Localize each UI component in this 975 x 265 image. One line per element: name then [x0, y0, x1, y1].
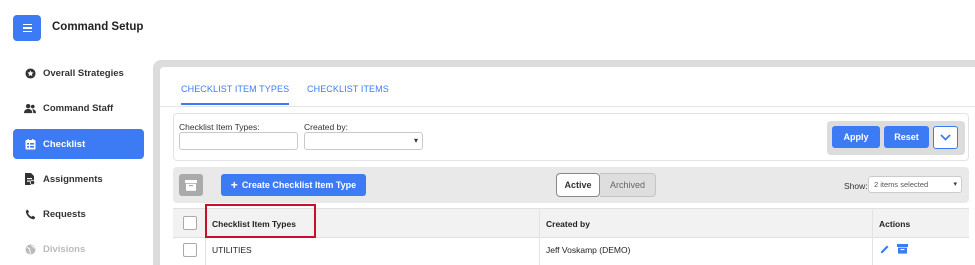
item-types-filter-input[interactable] — [179, 132, 298, 150]
chevron-down-icon: ▾ — [413, 136, 418, 145]
reset-button[interactable]: Reset — [884, 126, 929, 148]
plus-icon: + — [230, 178, 238, 192]
column-divider — [872, 208, 873, 265]
column-header-created-by[interactable]: Created by — [546, 219, 590, 229]
phone-icon — [24, 208, 36, 220]
created-by-filter-label: Created by: — [304, 122, 348, 132]
create-button-label: Create Checklist Item Type — [241, 180, 357, 190]
show-select[interactable]: 2 items selected ▾ — [868, 176, 962, 193]
sidebar-item-label: Divisions — [43, 243, 86, 255]
row-checkbox[interactable] — [183, 243, 197, 257]
archive-button[interactable] — [179, 174, 203, 196]
sidebar-item-divisions[interactable]: Divisions — [13, 234, 144, 264]
show-label: Show: — [844, 181, 868, 191]
select-all-checkbox[interactable] — [183, 216, 197, 230]
sidebar: Overall Strategies Command Staff Checkli… — [0, 58, 150, 265]
apply-button[interactable]: Apply — [832, 126, 880, 148]
chevron-down-icon: ▾ — [953, 181, 957, 188]
item-types-filter-label: Checklist Item Types: — [179, 122, 260, 132]
sidebar-item-label: Overall Strategies — [43, 67, 124, 79]
tab-divider — [160, 106, 975, 107]
star-circle-icon — [24, 67, 36, 79]
sidebar-item-overall-strategies[interactable]: Overall Strategies — [13, 58, 144, 88]
hamburger-menu-icon[interactable] — [13, 15, 41, 41]
sidebar-item-label: Checklist — [43, 138, 86, 150]
users-icon — [24, 102, 36, 114]
archive-icon[interactable] — [896, 243, 908, 255]
filter-expand-button[interactable] — [933, 126, 958, 149]
chevron-down-icon — [940, 134, 951, 141]
edit-pencil-icon[interactable] — [879, 243, 891, 255]
sidebar-item-checklist[interactable]: Checklist — [13, 129, 144, 159]
column-header-actions: Actions — [879, 219, 911, 229]
create-checklist-item-type-button[interactable]: + Create Checklist Item Type — [221, 174, 366, 196]
top-header: Command Setup — [0, 0, 975, 58]
archive-icon — [185, 179, 197, 191]
tab-checklist-items[interactable]: CHECKLIST ITEMS — [307, 84, 389, 94]
globe-icon — [24, 243, 36, 255]
sidebar-item-label: Assignments — [43, 173, 103, 185]
sidebar-item-requests[interactable]: Requests — [13, 199, 144, 229]
segment-active[interactable]: Active — [556, 173, 600, 197]
created-by-select[interactable]: ▾ — [304, 132, 423, 150]
sidebar-item-label: Command Staff — [43, 102, 114, 114]
tab-checklist-item-types[interactable]: CHECKLIST ITEM TYPES — [181, 84, 290, 105]
assignment-doc-icon — [24, 173, 36, 185]
highlight-annotation-box — [205, 204, 316, 238]
row-created-by: Jeff Voskamp (DEMO) — [546, 245, 631, 255]
sidebar-item-command-staff[interactable]: Command Staff — [13, 93, 144, 123]
sidebar-item-assignments[interactable]: Assignments — [13, 164, 144, 194]
row-item-type: UTILITIES — [212, 245, 252, 255]
checklist-icon — [24, 138, 36, 150]
page-title: Command Setup — [52, 21, 144, 33]
segment-archived[interactable]: Archived — [600, 173, 656, 197]
sidebar-item-label: Requests — [43, 208, 86, 220]
column-divider — [539, 208, 540, 265]
show-select-value: 2 items selected — [874, 180, 929, 189]
